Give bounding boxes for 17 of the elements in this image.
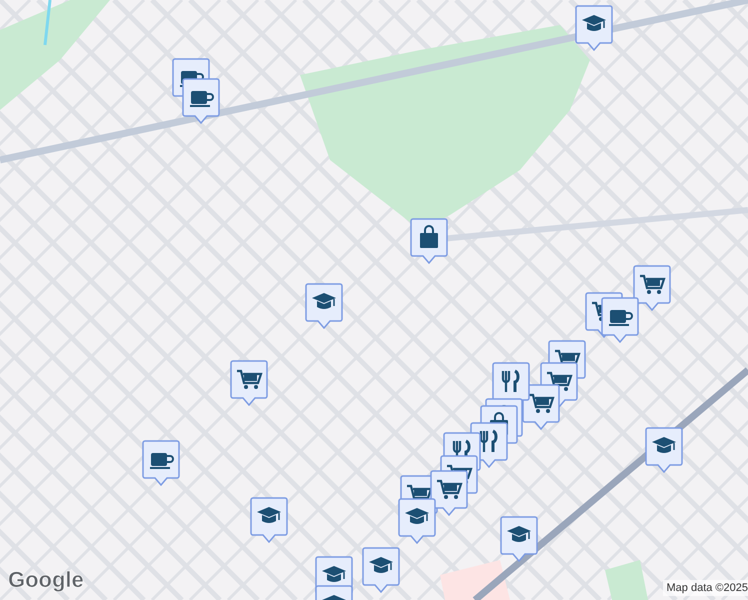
graduation-cap-icon (322, 566, 346, 582)
fork-and-knife-icon (480, 430, 498, 454)
shopping-bag-icon (420, 225, 438, 248)
map-data-attribution: Map data ©2025 (662, 580, 748, 596)
district-area (440, 560, 510, 600)
graduation-cap-icon (322, 595, 346, 600)
park-area (605, 560, 648, 600)
graduation-cap-icon (652, 437, 676, 453)
graduation-cap-icon (257, 507, 281, 523)
graduation-cap-icon (405, 508, 429, 524)
fork-and-knife-icon (502, 370, 520, 394)
graduation-cap-icon (507, 526, 531, 542)
graduation-cap-icon (582, 15, 606, 31)
stream (44, 0, 52, 46)
graduation-cap-icon (369, 557, 393, 573)
graduation-cap-icon (312, 293, 336, 309)
google-logo: Google (8, 566, 84, 594)
